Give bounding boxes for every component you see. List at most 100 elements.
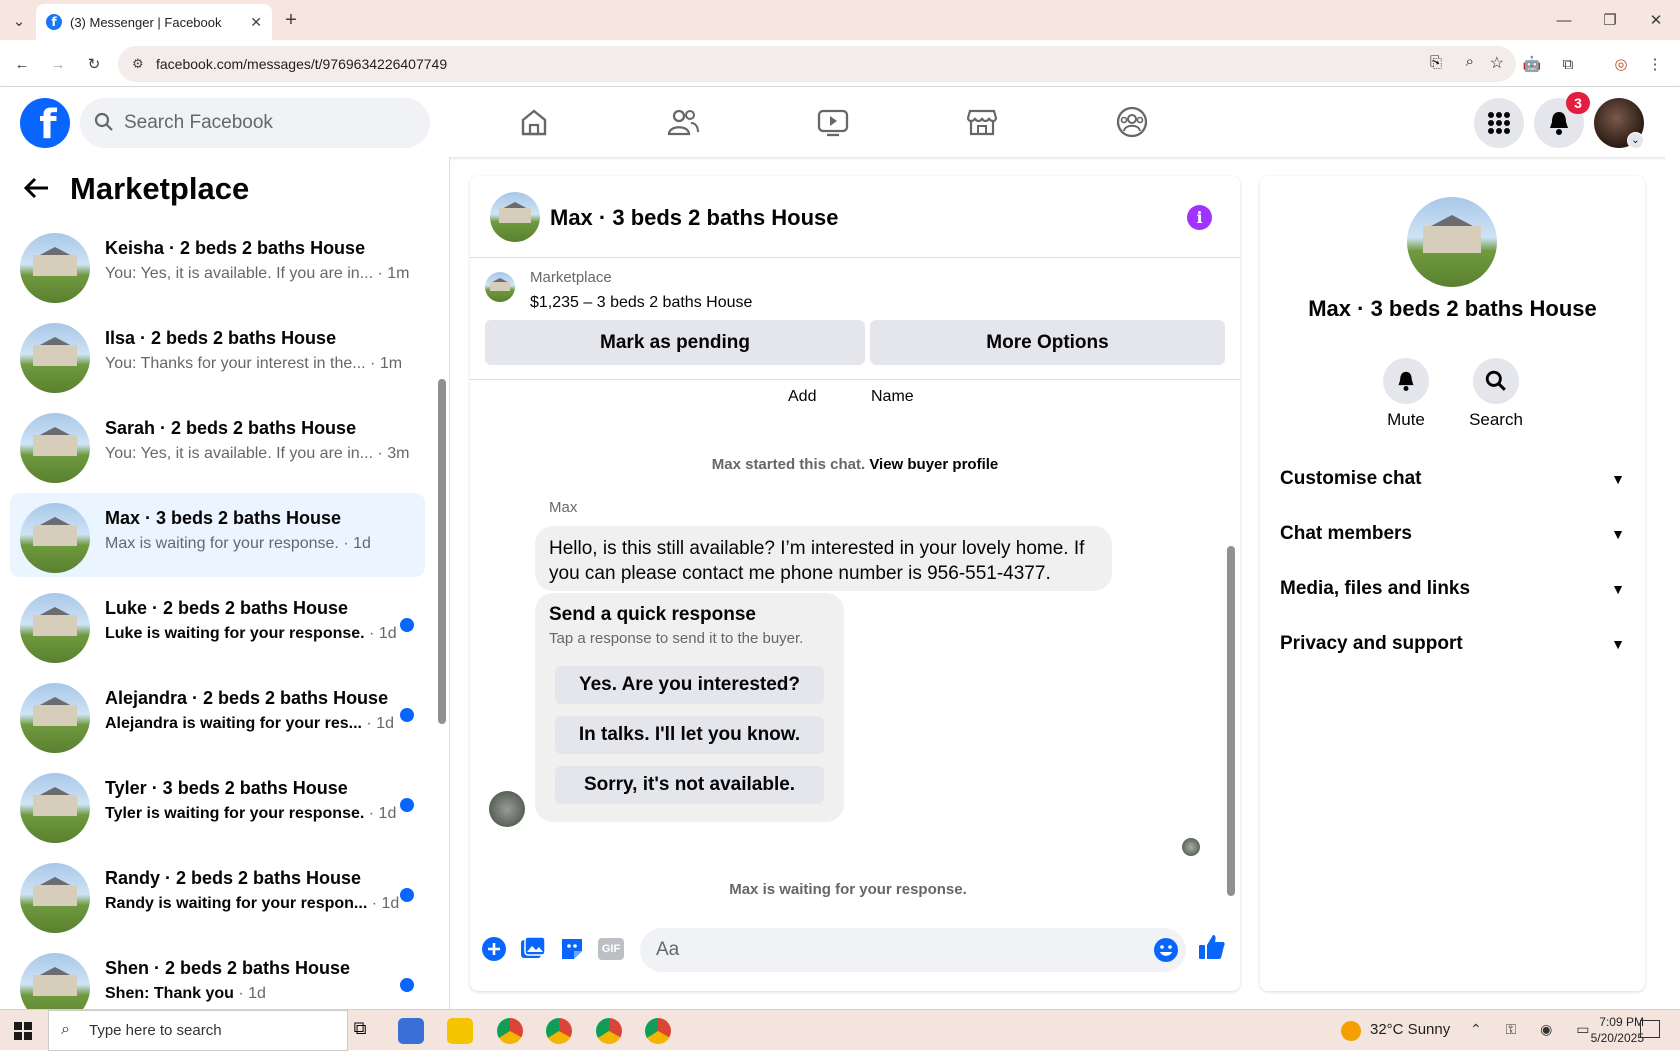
taskbar-search-input[interactable]: ⌕ Type here to search xyxy=(48,1010,348,1051)
listing-thumbnail[interactable] xyxy=(485,272,515,302)
unread-dot xyxy=(400,888,414,902)
sender-avatar[interactable] xyxy=(489,791,525,827)
conversation-avatar xyxy=(20,863,90,933)
sticker-icon[interactable] xyxy=(558,935,586,963)
site-info-icon[interactable]: ⚙ xyxy=(132,56,148,72)
bell-icon xyxy=(1550,112,1568,135)
install-icon[interactable]: ⎘ xyxy=(1430,54,1442,71)
url-bar[interactable]: ⚙ facebook.com/messages/t/97696342264077… xyxy=(118,46,1516,82)
gif-icon[interactable]: GIF xyxy=(597,935,625,963)
conversation-item[interactable]: Randy · 2 beds 2 baths House Randy is wai… xyxy=(10,853,425,937)
browser-menu-icon[interactable]: ⋮ xyxy=(1645,52,1665,76)
friends-icon[interactable] xyxy=(665,104,701,140)
conversation-item[interactable]: Shen · 2 beds 2 baths House Shen: Thank y… xyxy=(10,943,425,1009)
chrome-icon[interactable] xyxy=(645,1018,671,1044)
new-tab-button[interactable]: + xyxy=(280,9,302,31)
facebook-logo[interactable]: f xyxy=(20,98,70,148)
app-icon[interactable] xyxy=(398,1018,424,1044)
chat-scrollbar-thumb[interactable] xyxy=(1227,546,1235,896)
media-files-links-section[interactable]: Media, files and links ▼ xyxy=(1280,569,1625,609)
privacy-support-section[interactable]: Privacy and support ▼ xyxy=(1280,624,1625,664)
search-in-chat-button[interactable] xyxy=(1473,358,1519,404)
view-buyer-profile-link[interactable]: View buyer profile xyxy=(869,456,998,473)
preview-text: Shen: Thank you xyxy=(105,985,234,1002)
mute-button[interactable] xyxy=(1383,358,1429,404)
conversation-item[interactable]: Tyler · 3 beds 2 baths House Tyler is wai… xyxy=(10,763,425,847)
home-icon[interactable] xyxy=(516,104,552,140)
thumbs-up-icon[interactable] xyxy=(1198,933,1226,961)
conversation-time: 1d xyxy=(248,985,266,1002)
name-label[interactable]: Name xyxy=(871,388,914,406)
separator: · xyxy=(365,355,380,372)
forward-icon[interactable]: → xyxy=(46,52,70,76)
taskbar-clock[interactable]: 7:09 PM 5/20/2025 xyxy=(1572,1014,1644,1046)
message-bubble[interactable]: Hello, is this still available? I’m inte… xyxy=(535,526,1112,591)
conversation-name: Keisha · 2 beds 2 baths House xyxy=(105,238,366,258)
conversation-item[interactable]: Sarah · 2 beds 2 baths House You: Yes, it… xyxy=(10,403,425,487)
message-input[interactable]: Aa xyxy=(640,928,1186,972)
separator: · xyxy=(233,985,249,1002)
chevron-down-icon[interactable]: ⌄ xyxy=(1627,132,1644,149)
back-icon[interactable]: ← xyxy=(10,52,34,76)
listing-price[interactable]: $1,235 – 3 beds 2 baths House xyxy=(530,294,752,312)
more-options-button[interactable]: More Options xyxy=(870,320,1225,365)
listing-source-label: Marketplace xyxy=(530,269,612,286)
menu-grid-button[interactable] xyxy=(1474,98,1524,148)
emoji-icon[interactable] xyxy=(1154,938,1178,962)
conversation-item[interactable]: Ilsa · 2 beds 2 baths House You: Thanks f… xyxy=(10,313,425,397)
chrome-icon[interactable] xyxy=(497,1018,523,1044)
conversation-item[interactable]: Alejandra · 2 beds 2 baths House Alejandr… xyxy=(10,673,425,757)
conversation-item[interactable]: Keisha · 2 beds 2 baths House You: Yes, i… xyxy=(10,223,425,307)
quick-reply-yes-button[interactable]: Yes. Are you interested? xyxy=(555,666,824,704)
weather-sun-icon[interactable] xyxy=(1341,1021,1361,1041)
conversation-item[interactable]: Max · 3 beds 2 baths House Max is waiting… xyxy=(10,493,425,577)
window-close-button[interactable]: ✕ xyxy=(1642,8,1670,32)
tab-close-icon[interactable]: ✕ xyxy=(250,14,262,31)
facebook-search-input[interactable]: Search Facebook xyxy=(80,98,430,148)
extensions-puzzle-icon[interactable]: ⧉ xyxy=(1556,52,1580,76)
reload-icon[interactable]: ↻ xyxy=(82,52,106,76)
video-icon[interactable] xyxy=(815,104,851,140)
quick-reply-not-available-button[interactable]: Sorry, it's not available. xyxy=(555,766,824,804)
weather-text[interactable]: 32°C Sunny xyxy=(1370,1021,1450,1038)
chrome-icon[interactable] xyxy=(596,1018,622,1044)
quick-response-subtitle: Tap a response to send it to the buyer. xyxy=(549,630,804,647)
back-arrow-icon[interactable] xyxy=(23,177,50,204)
tab-search-button[interactable]: ⌄ xyxy=(8,10,30,32)
task-view-icon[interactable]: ⧉ xyxy=(347,1018,373,1044)
chevron-down-icon: ▼ xyxy=(1611,526,1625,542)
facebook-favicon-icon: f xyxy=(46,14,62,30)
scrollbar-thumb[interactable] xyxy=(438,379,446,724)
windows-start-icon[interactable] xyxy=(14,1022,32,1040)
tab-title: (3) Messenger | Facebook xyxy=(70,14,222,30)
minimize-button[interactable]: — xyxy=(1550,8,1578,32)
page-scrollbar[interactable] xyxy=(1665,87,1680,1009)
quick-reply-in-talks-button[interactable]: In talks. I'll let you know. xyxy=(555,716,824,754)
groups-icon[interactable] xyxy=(1114,104,1150,140)
chat-header: Max · 3 beds 2 baths House i xyxy=(470,176,1240,258)
conversation-item[interactable]: Luke · 2 beds 2 baths House Luke is waiti… xyxy=(10,583,425,667)
chat-avatar[interactable] xyxy=(490,192,540,242)
extension-robot-icon[interactable]: 🤖 xyxy=(1520,52,1544,76)
conversation-preview: Randy is waiting for your respon... · 1d xyxy=(105,895,399,913)
bookmark-star-icon[interactable]: ☆ xyxy=(1490,53,1504,73)
notification-center-icon[interactable] xyxy=(1640,1020,1660,1038)
add-label[interactable]: Add xyxy=(788,388,816,406)
mark-as-pending-button[interactable]: Mark as pending xyxy=(485,320,865,365)
search-icon xyxy=(94,112,113,131)
browser-tab[interactable]: f (3) Messenger | Facebook ✕ xyxy=(36,4,272,40)
sticky-notes-icon[interactable] xyxy=(447,1018,473,1044)
details-avatar[interactable] xyxy=(1407,197,1497,287)
chrome-icon[interactable] xyxy=(546,1018,572,1044)
chat-members-section[interactable]: Chat members ▼ xyxy=(1280,514,1625,554)
marketplace-icon[interactable] xyxy=(964,104,1000,140)
photo-icon[interactable] xyxy=(519,935,547,963)
zoom-icon[interactable]: ⌕ xyxy=(1466,53,1474,70)
profile-icon[interactable]: ◎ xyxy=(1609,52,1633,76)
restore-button[interactable]: ❐ xyxy=(1596,8,1624,32)
customise-chat-section[interactable]: Customise chat ▼ xyxy=(1280,459,1625,499)
chat-title[interactable]: Max · 3 beds 2 baths House xyxy=(550,205,839,231)
info-icon[interactable]: i xyxy=(1187,205,1212,230)
plus-icon[interactable] xyxy=(480,935,508,963)
conversation-preview: Shen: Thank you · 1d xyxy=(105,985,266,1003)
